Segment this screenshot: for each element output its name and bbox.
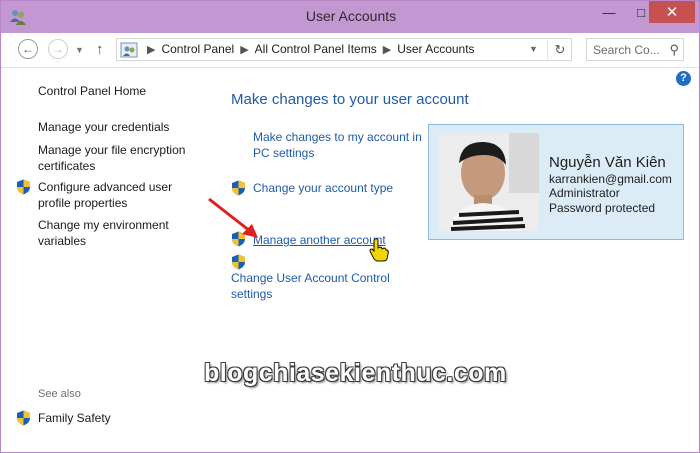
search-placeholder: Search Co... bbox=[593, 43, 660, 57]
sidebar-item-manage-credentials[interactable]: Manage your credentials bbox=[38, 119, 169, 135]
sidebar-item-environment-variables[interactable]: Change my environment variables bbox=[38, 217, 188, 249]
account-card: Nguyễn Văn Kiên karrankien@gmail.com Adm… bbox=[428, 124, 684, 240]
sidebar-item-advanced-profile[interactable]: Configure advanced user profile properti… bbox=[38, 179, 188, 211]
arrow-right-icon: → bbox=[52, 42, 64, 56]
breadcrumb: ▶ Control Panel ▶ All Control Panel Items ▶ U… bbox=[141, 42, 475, 56]
breadcrumb-chevron-icon[interactable]: ▶ bbox=[147, 43, 155, 56]
sidebar-item-control-panel-home[interactable]: Control Panel Home bbox=[38, 83, 146, 99]
search-icon[interactable]: ⚲ bbox=[669, 42, 679, 58]
breadcrumb-chevron-icon[interactable]: ▶ bbox=[240, 43, 248, 56]
account-role: Administrator bbox=[549, 186, 620, 200]
watermark-text: blogchiasekienthuc.com bbox=[204, 359, 507, 387]
arrow-up-icon: ↑ bbox=[96, 41, 104, 58]
minimize-button[interactable]: — bbox=[593, 1, 625, 23]
see-also-family-safety[interactable]: Family Safety bbox=[38, 410, 111, 426]
sidebar: Control Panel Home Manage your credentia… bbox=[1, 68, 206, 452]
breadcrumb-control-panel[interactable]: Control Panel bbox=[161, 42, 234, 56]
recent-locations-chevron-down-icon[interactable]: ▼ bbox=[75, 45, 84, 55]
account-status: Password protected bbox=[549, 201, 656, 215]
title-bar[interactable]: User Accounts — □ ✕ bbox=[1, 1, 699, 33]
breadcrumb-all-items[interactable]: All Control Panel Items bbox=[255, 42, 377, 56]
sidebar-item-file-encryption[interactable]: Manage your file encryption certificates bbox=[38, 142, 198, 174]
control-panel-users-icon bbox=[120, 42, 138, 58]
avatar bbox=[439, 133, 539, 231]
link-change-uac-settings[interactable]: Change User Account Control settings bbox=[231, 270, 411, 302]
arrow-left-icon: ← bbox=[22, 42, 34, 56]
link-manage-another-account[interactable]: Manage another account bbox=[253, 232, 386, 248]
forward-button[interactable]: → bbox=[48, 39, 68, 59]
link-change-account-type[interactable]: Change your account type bbox=[253, 180, 393, 196]
see-also-heading: See also bbox=[38, 388, 81, 400]
user-accounts-window: User Accounts — □ ✕ ← → ▼ ↑ ▶ Control Pan… bbox=[0, 0, 700, 453]
close-button[interactable]: ✕ bbox=[649, 1, 695, 23]
annotation-arrow-icon bbox=[208, 197, 258, 238]
hand-cursor-icon bbox=[369, 238, 389, 262]
breadcrumb-user-accounts[interactable]: User Accounts bbox=[397, 42, 474, 56]
search-input[interactable]: Search Co... ⚲ bbox=[586, 38, 684, 61]
uac-shield-icon bbox=[232, 254, 245, 270]
refresh-button[interactable]: ↻ bbox=[547, 40, 572, 59]
address-chevron-down-icon[interactable]: ▼ bbox=[529, 44, 538, 54]
page-title: Make changes to your user account bbox=[231, 91, 469, 108]
breadcrumb-chevron-icon[interactable]: ▶ bbox=[383, 43, 391, 56]
family-safety-shield-icon bbox=[17, 410, 30, 426]
address-bar[interactable]: ▶ Control Panel ▶ All Control Panel Items ▶ U… bbox=[116, 38, 572, 61]
refresh-icon: ↻ bbox=[554, 41, 566, 57]
help-icon[interactable]: ? bbox=[676, 71, 691, 86]
account-email: karrankien@gmail.com bbox=[549, 172, 672, 186]
uac-shield-icon bbox=[17, 179, 30, 195]
account-name: Nguyễn Văn Kiên bbox=[549, 154, 666, 171]
link-account-pc-settings[interactable]: Make changes to my account in PC setting… bbox=[253, 129, 423, 161]
up-button[interactable]: ↑ bbox=[96, 41, 104, 58]
back-button[interactable]: ← bbox=[18, 39, 38, 59]
navigation-bar: ← → ▼ ↑ ▶ Control Panel ▶ All Control Panel… bbox=[1, 33, 699, 68]
uac-shield-icon bbox=[232, 180, 245, 196]
